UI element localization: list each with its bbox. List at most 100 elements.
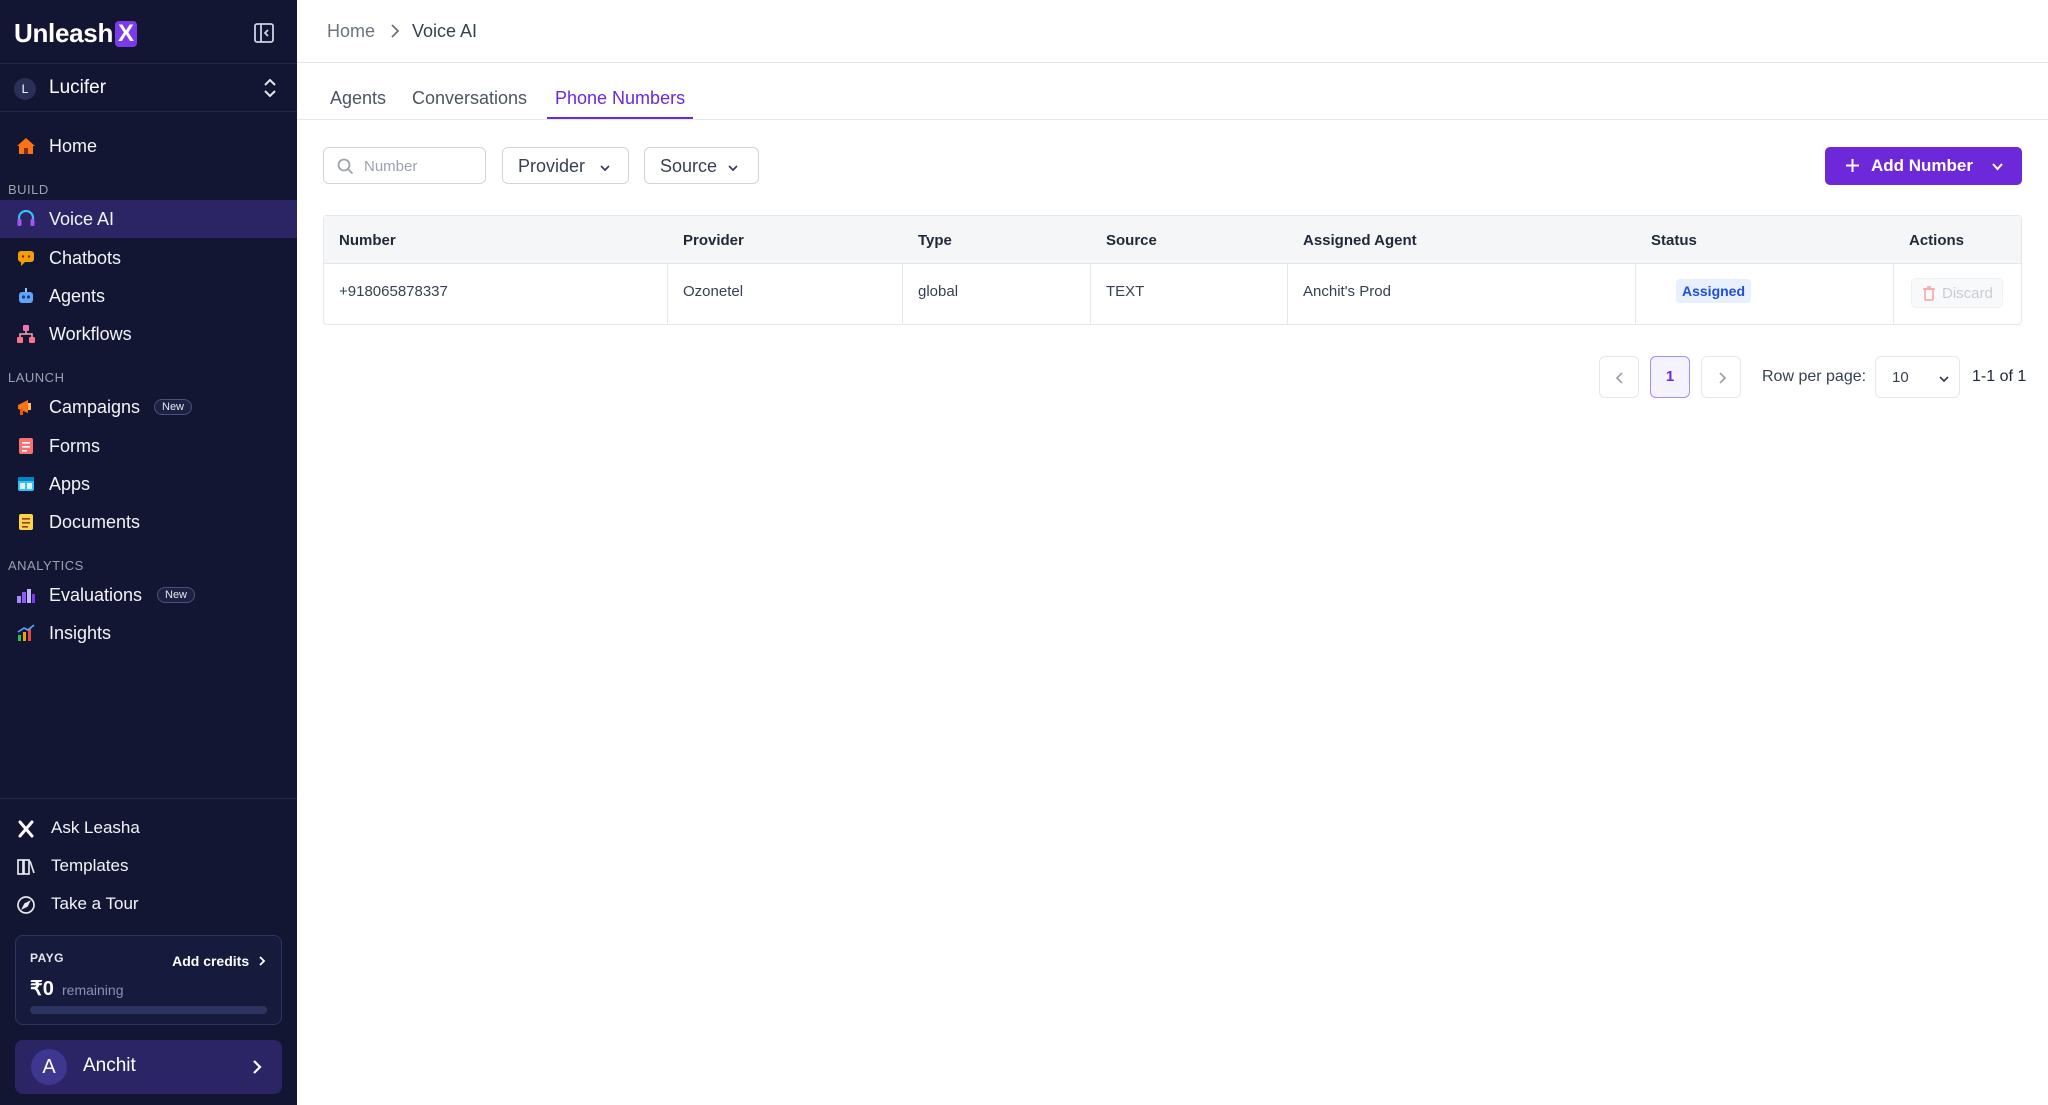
sidebar-item-documents[interactable]: Documents: [0, 503, 297, 541]
sidebar-item-label: Home: [49, 135, 98, 156]
discard-label: Discard: [1942, 285, 1993, 302]
sidebar-item-label: Templates: [51, 856, 129, 875]
credit-remaining-label: remaining: [62, 982, 124, 998]
sidebar-item-take-a-tour[interactable]: Take a Tour: [0, 887, 297, 923]
sidebar-item-campaigns[interactable]: Campaigns New: [0, 388, 297, 426]
app-logo[interactable]: Unleash X: [14, 18, 137, 49]
apps-icon: [16, 474, 36, 494]
sidebar-item-forms[interactable]: Forms: [0, 427, 297, 465]
sidebar-item-ask-leasha[interactable]: Ask Leasha: [0, 811, 297, 847]
sidebar-item-apps[interactable]: Apps: [0, 465, 297, 503]
section-label-analytics: ANALYTICS: [8, 558, 84, 573]
user-name: Anchit: [83, 1055, 136, 1076]
sidebar-item-workflows[interactable]: Workflows: [0, 315, 297, 353]
x-logo-icon: [16, 819, 36, 839]
column-header-provider: Provider: [683, 232, 744, 249]
chat-bubble-icon: [16, 248, 36, 268]
headset-icon: [16, 209, 36, 229]
discard-button[interactable]: Discard: [1911, 278, 2003, 308]
workflow-icon: [16, 324, 36, 344]
sidebar-divider: [0, 798, 297, 799]
cell-number: +918065878337: [339, 283, 448, 300]
sidebar-item-chatbots[interactable]: Chatbots: [0, 239, 297, 277]
table-header: Number Provider Type Source Assigned Age…: [324, 216, 2021, 264]
provider-filter-label: Provider: [518, 156, 586, 176]
rows-per-page-value: 10: [1892, 369, 1909, 386]
provider-filter-dropdown[interactable]: Provider: [502, 147, 629, 184]
tab-conversations[interactable]: Conversations: [404, 88, 535, 117]
sidebar-item-label: Evaluations: [49, 584, 143, 605]
collapse-sidebar-icon[interactable]: [252, 21, 276, 45]
chevron-up-down-icon: [262, 76, 278, 100]
sidebar-item-label: Workflows: [49, 323, 132, 344]
compass-icon: [16, 895, 36, 915]
user-menu[interactable]: A Anchit: [15, 1040, 282, 1094]
bar-chart-icon: [16, 585, 36, 605]
sidebar-item-label: Ask Leasha: [51, 818, 140, 837]
pagination-range: 1-1 of 1: [1972, 368, 2027, 385]
source-filter-dropdown[interactable]: Source: [644, 147, 759, 184]
phone-numbers-table: Number Provider Type Source Assigned Age…: [323, 215, 2022, 325]
plan-label: PAYG: [30, 951, 65, 965]
add-number-label: Add Number: [1871, 156, 1973, 175]
sidebar-item-voice-ai[interactable]: Voice AI: [0, 200, 297, 238]
form-icon: [16, 436, 36, 456]
breadcrumb-current: Voice AI: [412, 21, 478, 41]
sidebar-item-label: Take a Tour: [51, 894, 139, 913]
chevron-down-icon: [599, 161, 611, 173]
page-number-button[interactable]: 1: [1650, 356, 1690, 398]
org-name: Lucifer: [49, 77, 107, 98]
column-header-number: Number: [339, 232, 396, 249]
cell-provider: Ozonetel: [683, 283, 744, 300]
chevron-right-icon: [1719, 372, 1727, 384]
tab-agents[interactable]: Agents: [322, 88, 394, 117]
chevron-down-icon: [1938, 372, 1950, 384]
main-content: Home Voice AI Agents Conversations Phone…: [297, 0, 2048, 1105]
credit-progress-bar: [30, 1006, 267, 1014]
org-switcher[interactable]: L Lucifer: [0, 64, 297, 112]
status-badge: Assigned: [1676, 279, 1752, 303]
add-credits-link[interactable]: Add credits: [172, 953, 267, 969]
sidebar-item-agents[interactable]: Agents: [0, 277, 297, 315]
sidebar-item-templates[interactable]: Templates: [0, 849, 297, 885]
add-number-button[interactable]: Add Number: [1825, 147, 2022, 185]
credits-card: PAYG Add credits ₹0 remaining: [15, 935, 282, 1025]
previous-page-button[interactable]: [1599, 356, 1639, 398]
chevron-left-icon: [1615, 372, 1623, 384]
add-credits-label: Add credits: [172, 953, 250, 969]
avatar: A: [31, 1049, 67, 1085]
new-badge: New: [154, 399, 193, 415]
table-row[interactable]: +918065878337 Ozonetel global TEXT Anchi…: [324, 264, 2021, 324]
breadcrumb-home[interactable]: Home: [327, 21, 375, 42]
document-icon: [16, 512, 36, 532]
sidebar-item-label: Voice AI: [49, 208, 115, 229]
cell-source: TEXT: [1106, 283, 1145, 300]
new-badge: New: [157, 587, 196, 603]
logo-mark: X: [115, 20, 137, 47]
templates-icon: [16, 857, 36, 877]
rows-per-page-label: Row per page:: [1762, 368, 1867, 385]
tab-bar: Agents Conversations Phone Numbers: [297, 63, 2048, 120]
cell-type: global: [918, 283, 959, 300]
sidebar-item-evaluations[interactable]: Evaluations New: [0, 576, 297, 614]
home-icon: [16, 136, 36, 156]
column-header-assigned-agent: Assigned Agent: [1303, 232, 1417, 249]
next-page-button[interactable]: [1701, 356, 1741, 398]
logo-text: Unleash: [14, 18, 114, 48]
megaphone-icon: [16, 397, 36, 417]
sidebar-item-label: Chatbots: [49, 247, 122, 268]
sidebar-item-label: Forms: [49, 435, 100, 456]
credit-amount: ₹0: [30, 978, 54, 1000]
chevron-down-icon: [1991, 160, 2004, 173]
sidebar-item-label: Insights: [49, 622, 112, 643]
tab-phone-numbers[interactable]: Phone Numbers: [547, 88, 694, 119]
sidebar-item-label: Apps: [49, 473, 91, 494]
column-header-type: Type: [918, 232, 952, 249]
sidebar-item-insights[interactable]: Insights: [0, 614, 297, 652]
top-bar: Home Voice AI: [297, 0, 2048, 63]
column-header-actions: Actions: [1909, 232, 1965, 249]
search-input[interactable]: [364, 155, 479, 177]
rows-per-page-select[interactable]: 10: [1875, 356, 1960, 398]
sidebar-item-home[interactable]: Home: [0, 127, 297, 165]
chevron-down-icon: [727, 161, 739, 173]
